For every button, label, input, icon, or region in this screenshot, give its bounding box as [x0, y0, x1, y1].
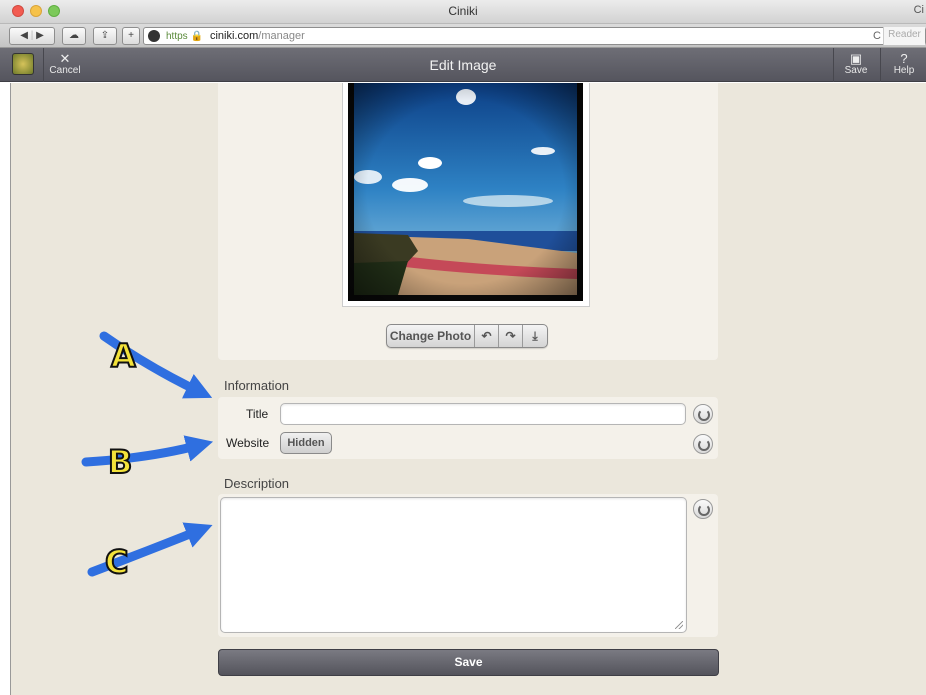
annotation-overlay	[81, 331, 214, 577]
annotation-letter-c: C	[104, 542, 130, 582]
annotation-letter-a: A	[110, 336, 137, 376]
arrow-b	[81, 435, 214, 467]
annotation-letter-b: B	[107, 442, 133, 482]
